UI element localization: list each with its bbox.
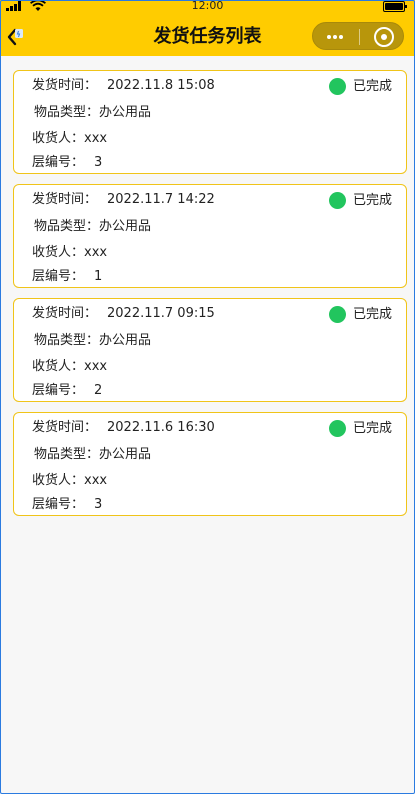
status-dot-icon (328, 78, 346, 95)
task-list: 发货时间： 2022.11.8 15:08 已完成 物品类型：办公用品 收货人：x… (13, 70, 407, 526)
item-type-row: 物品类型：办公用品 (34, 105, 151, 121)
item-type-label: 物品类型： (34, 219, 100, 234)
status-text: 已完成 (352, 307, 392, 322)
status-time: 12:00 (191, 0, 224, 12)
ship-time-value: 2022.11.7 14:22 (107, 192, 215, 207)
ship-time-label: 发货时间： (32, 420, 98, 435)
item-type-value: 办公用品 (99, 219, 152, 234)
item-type-label: 物品类型： (34, 105, 100, 120)
task-card[interactable]: 发货时间： 2022.11.8 15:08 已完成 物品类型：办公用品 收货人：x… (13, 70, 407, 174)
item-type-row: 物品类型：办公用品 (34, 333, 151, 349)
layer-value: 1 (94, 269, 103, 284)
receiver-row: 收货人：xxx (32, 245, 107, 261)
task-card[interactable]: 发货时间： 2022.11.6 16:30 已完成 物品类型：办公用品 收货人：x… (13, 412, 407, 516)
receiver-label: 收货人： (32, 245, 85, 260)
item-type-value: 办公用品 (99, 447, 152, 462)
receiver-row: 收货人：xxx (32, 473, 107, 489)
receiver-row: 收货人：xxx (32, 131, 107, 147)
receiver-label: 收货人： (32, 131, 85, 146)
layer-label: 层编号： (32, 155, 85, 170)
status-badge: 已完成 (328, 420, 392, 438)
item-type-value: 办公用品 (99, 105, 152, 120)
layer-value: 3 (94, 155, 103, 170)
ship-time-value: 2022.11.7 09:15 (107, 306, 215, 321)
receiver-row: 收货人：xxx (32, 359, 107, 375)
app-header: 12:00 发货任务列表 (0, 0, 415, 56)
item-type-label: 物品类型： (34, 333, 100, 348)
layer-value: 3 (94, 497, 103, 512)
ship-time-value: 2022.11.8 15:08 (107, 78, 215, 93)
task-card[interactable]: 发货时间： 2022.11.7 09:15 已完成 物品类型：办公用品 收货人：x… (13, 298, 407, 402)
capsule-divider (359, 29, 360, 45)
task-card[interactable]: 发货时间： 2022.11.7 14:22 已完成 物品类型：办公用品 收货人：x… (13, 184, 407, 288)
layer-label: 层编号： (32, 497, 85, 512)
status-dot-icon (328, 420, 346, 437)
receiver-value: xxx (84, 359, 108, 374)
status-badge: 已完成 (328, 306, 392, 324)
receiver-value: xxx (84, 131, 108, 146)
ship-time-row: 发货时间： 2022.11.6 16:30 (32, 420, 215, 436)
status-bar: 12:00 (0, 0, 415, 12)
ship-time-value: 2022.11.6 16:30 (107, 420, 215, 435)
layer-value: 2 (94, 383, 103, 398)
ship-time-label: 发货时间： (32, 192, 98, 207)
ship-time-row: 发货时间： 2022.11.7 09:15 (32, 306, 215, 322)
receiver-label: 收货人： (32, 473, 85, 488)
more-dots-icon[interactable] (327, 35, 343, 39)
layer-row: 层编号： 3 (32, 497, 102, 513)
receiver-label: 收货人： (32, 359, 85, 374)
layer-row: 层编号： 1 (32, 269, 102, 285)
status-text: 已完成 (352, 79, 392, 94)
item-type-label: 物品类型： (34, 447, 100, 462)
status-badge: 已完成 (328, 192, 392, 210)
close-target-icon[interactable] (374, 27, 394, 47)
item-type-value: 办公用品 (99, 333, 152, 348)
status-dot-icon (328, 192, 346, 209)
battery-icon (383, 1, 407, 12)
ship-time-row: 发货时间： 2022.11.8 15:08 (32, 78, 215, 94)
status-text: 已完成 (352, 193, 392, 208)
status-badge: 已完成 (328, 78, 392, 96)
ship-time-label: 发货时间： (32, 78, 98, 93)
layer-row: 层编号： 2 (32, 383, 102, 399)
receiver-value: xxx (84, 245, 108, 260)
ship-time-row: 发货时间： 2022.11.7 14:22 (32, 192, 215, 208)
mini-program-capsule (312, 22, 404, 50)
item-type-row: 物品类型：办公用品 (34, 447, 151, 463)
status-text: 已完成 (352, 421, 392, 436)
item-type-row: 物品类型：办公用品 (34, 219, 151, 235)
layer-label: 层编号： (32, 383, 85, 398)
receiver-value: xxx (84, 473, 108, 488)
layer-label: 层编号： (32, 269, 85, 284)
layer-row: 层编号： 3 (32, 155, 102, 171)
ship-time-label: 发货时间： (32, 306, 98, 321)
status-dot-icon (328, 306, 346, 323)
